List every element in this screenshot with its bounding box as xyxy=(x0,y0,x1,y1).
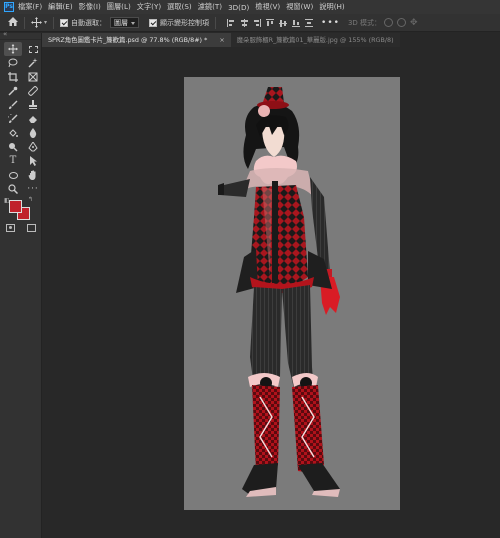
ellipse-tool-icon[interactable] xyxy=(4,168,22,182)
lasso-tool-icon[interactable] xyxy=(4,56,22,70)
paint-bucket-tool-icon[interactable] xyxy=(4,126,22,140)
brush-tool-icon[interactable] xyxy=(4,98,22,112)
align-top-edges-icon[interactable] xyxy=(266,18,275,27)
menu-filter[interactable]: 濾鏡(T) xyxy=(198,2,222,12)
distribute-icon[interactable] xyxy=(305,18,314,27)
tab-label: SPRZ角色圖鑑卡片_簾歡篇.psd @ 77.8% (RGB/8#) * xyxy=(48,36,208,44)
type-tool-icon[interactable]: T xyxy=(4,154,22,168)
more-options-button[interactable]: ••• xyxy=(321,18,340,28)
hand-tool-icon[interactable] xyxy=(24,168,42,182)
crop-tool-icon[interactable] xyxy=(4,70,22,84)
home-icon[interactable] xyxy=(8,16,18,29)
3d-orbit-icon[interactable] xyxy=(384,18,394,27)
canvas-workspace[interactable] xyxy=(42,47,500,538)
magic-wand-tool-icon[interactable] xyxy=(24,56,42,70)
align-left-edges-icon[interactable] xyxy=(227,18,235,27)
tools-panel: « T ··· ◧ ↰ xyxy=(0,30,42,538)
move-tool-preset-icon[interactable]: ▾ xyxy=(31,17,47,28)
pen-tool-icon[interactable] xyxy=(24,140,42,154)
path-selection-tool-icon[interactable] xyxy=(24,154,42,168)
tab-inactive-document[interactable]: 魔朵服飾櫃R_簾歡篇01_華麗版.jpg @ 155% (RGB/8) xyxy=(230,33,400,47)
close-tab-icon[interactable]: × xyxy=(219,36,224,44)
menu-help[interactable]: 說明(H) xyxy=(319,2,344,12)
3d-pan-icon[interactable]: ✥ xyxy=(410,18,418,28)
options-bar: ▾ 自動選取： 圖層 顯示變形控制項 ••• 3D 模式： ✥ xyxy=(0,14,500,32)
collapse-icon[interactable]: « xyxy=(3,30,7,38)
show-transform-controls-checkbox[interactable] xyxy=(149,18,158,27)
zoom-tool-icon[interactable] xyxy=(4,182,22,196)
menu-edit[interactable]: 編輯(E) xyxy=(48,2,73,12)
divider xyxy=(24,16,25,29)
color-swatches: ◧ ↰ xyxy=(0,196,41,221)
show-transform-controls-label: 顯示變形控制項 xyxy=(160,18,210,27)
edit-toolbar-icon[interactable]: ··· xyxy=(24,182,42,196)
tab-active-document[interactable]: SPRZ角色圖鑑卡片_簾歡篇.psd @ 77.8% (RGB/8#) * × xyxy=(42,33,231,47)
divider xyxy=(215,16,217,29)
dodge-tool-icon[interactable] xyxy=(4,140,22,154)
divider xyxy=(53,16,55,29)
menu-layer[interactable]: 圖層(L) xyxy=(107,2,131,12)
menu-window[interactable]: 視窗(W) xyxy=(286,2,313,12)
auto-select-label: 自動選取： xyxy=(71,18,107,27)
3d-mode-label: 3D 模式： xyxy=(347,18,382,27)
clone-stamp-tool-icon[interactable] xyxy=(24,98,42,112)
swap-colors-icon[interactable]: ↰ xyxy=(28,196,33,203)
menu-select[interactable]: 選取(S) xyxy=(167,2,192,12)
align-horizontal-centers-icon[interactable] xyxy=(240,18,249,27)
marquee-tool-icon[interactable] xyxy=(24,42,42,56)
menu-3d[interactable]: 3D(D) xyxy=(228,3,249,12)
tools-panel-header[interactable]: « xyxy=(0,30,41,40)
blur-tool-icon[interactable] xyxy=(24,126,42,140)
menu-file[interactable]: 檔案(F) xyxy=(18,2,42,12)
photoshop-logo-icon: Ps xyxy=(4,2,14,12)
quick-mask-icon[interactable] xyxy=(6,224,15,232)
3d-roll-icon[interactable] xyxy=(397,18,407,27)
align-bottom-edges-icon[interactable] xyxy=(292,19,301,27)
auto-select-dropdown[interactable]: 圖層 xyxy=(110,17,140,28)
eraser-tool-icon[interactable] xyxy=(24,112,42,126)
character-illustration xyxy=(218,87,340,497)
menu-view[interactable]: 檢視(V) xyxy=(255,2,280,12)
history-brush-tool-icon[interactable] xyxy=(4,112,22,126)
eyedropper-tool-icon[interactable] xyxy=(4,84,22,98)
foreground-color-swatch[interactable] xyxy=(9,200,22,213)
align-vertical-centers-icon[interactable] xyxy=(279,19,288,27)
menu-bar: Ps 檔案(F) 編輯(E) 影像(I) 圖層(L) 文字(Y) 選取(S) 濾… xyxy=(0,0,500,14)
screen-mode-icon[interactable] xyxy=(27,224,36,232)
healing-brush-tool-icon[interactable] xyxy=(24,84,42,98)
align-right-edges-icon[interactable] xyxy=(253,18,262,27)
document-tabs: SPRZ角色圖鑑卡片_簾歡篇.psd @ 77.8% (RGB/8#) * × … xyxy=(42,33,500,47)
document-canvas[interactable] xyxy=(184,77,400,510)
menu-type[interactable]: 文字(Y) xyxy=(137,2,161,12)
tab-label: 魔朵服飾櫃R_簾歡篇01_華麗版.jpg @ 155% (RGB/8) xyxy=(236,36,394,44)
menu-image[interactable]: 影像(I) xyxy=(79,2,101,12)
auto-select-checkbox[interactable] xyxy=(60,18,69,27)
move-tool-icon[interactable] xyxy=(4,42,22,56)
frame-tool-icon[interactable] xyxy=(24,70,42,84)
